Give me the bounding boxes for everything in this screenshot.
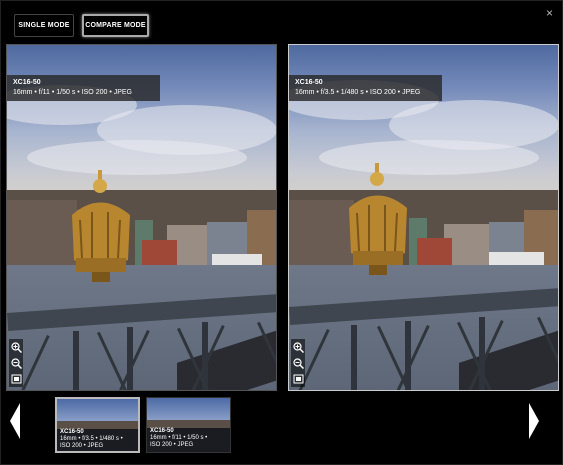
- zoom-out-icon[interactable]: [10, 357, 22, 369]
- zoom-in-icon[interactable]: [10, 341, 22, 353]
- zoom-in-icon[interactable]: [292, 341, 304, 353]
- thumbnail-settings-line1: 16mm • f/11 • 1/50 s •: [150, 435, 208, 441]
- thumbnail-item[interactable]: XC16-50 16mm • f/11 • 1/50 s • ISO 200 •…: [146, 397, 231, 453]
- thumbnail-settings-line2: ISO 200 • JPEG: [150, 442, 194, 448]
- compare-mode-button[interactable]: COMPARE MODE: [82, 14, 149, 37]
- zoom-toolbar: [291, 339, 305, 387]
- thumbnail-caption: XC16-50 16mm • f/3.5 • 1/480 s • ISO 200…: [60, 429, 123, 450]
- zoom-toolbar: [9, 339, 23, 387]
- thumbnail-settings-line2: ISO 200 • JPEG: [60, 443, 104, 449]
- thumbnail-settings-line1: 16mm • f/3.5 • 1/480 s •: [60, 436, 123, 442]
- next-arrow-icon[interactable]: [528, 403, 540, 439]
- thumbnail-caption: XC16-50 16mm • f/11 • 1/50 s • ISO 200 •…: [150, 428, 207, 449]
- thumbnail-lens: XC16-50: [60, 429, 84, 435]
- exposure-settings: 16mm • f/3.5 • 1/480 s • ISO 200 • JPEG: [295, 89, 421, 96]
- photo-compare-viewer: SINGLE MODE COMPARE MODE × XC16-50 16mm …: [0, 0, 563, 465]
- lens-name: XC16-50: [295, 79, 323, 86]
- thumbnail-lens: XC16-50: [150, 428, 174, 434]
- compare-panel-right[interactable]: XC16-50 16mm • f/3.5 • 1/480 s • ISO 200…: [288, 44, 559, 391]
- zoom-out-icon[interactable]: [292, 357, 304, 369]
- fit-screen-icon[interactable]: [292, 373, 304, 385]
- lens-name: XC16-50: [13, 79, 41, 86]
- fit-screen-icon[interactable]: [10, 373, 22, 385]
- compare-panel-left[interactable]: XC16-50 16mm • f/11 • 1/50 s • ISO 200 •…: [6, 44, 277, 391]
- thumbnail-item[interactable]: XC16-50 16mm • f/3.5 • 1/480 s • ISO 200…: [55, 397, 140, 453]
- single-mode-button[interactable]: SINGLE MODE: [14, 14, 74, 37]
- photo-info-overlay: XC16-50 16mm • f/11 • 1/50 s • ISO 200 •…: [7, 75, 160, 101]
- close-icon[interactable]: ×: [546, 7, 553, 19]
- prev-arrow-icon[interactable]: [9, 403, 21, 439]
- photo-info-overlay: XC16-50 16mm • f/3.5 • 1/480 s • ISO 200…: [289, 75, 442, 101]
- exposure-settings: 16mm • f/11 • 1/50 s • ISO 200 • JPEG: [13, 89, 132, 96]
